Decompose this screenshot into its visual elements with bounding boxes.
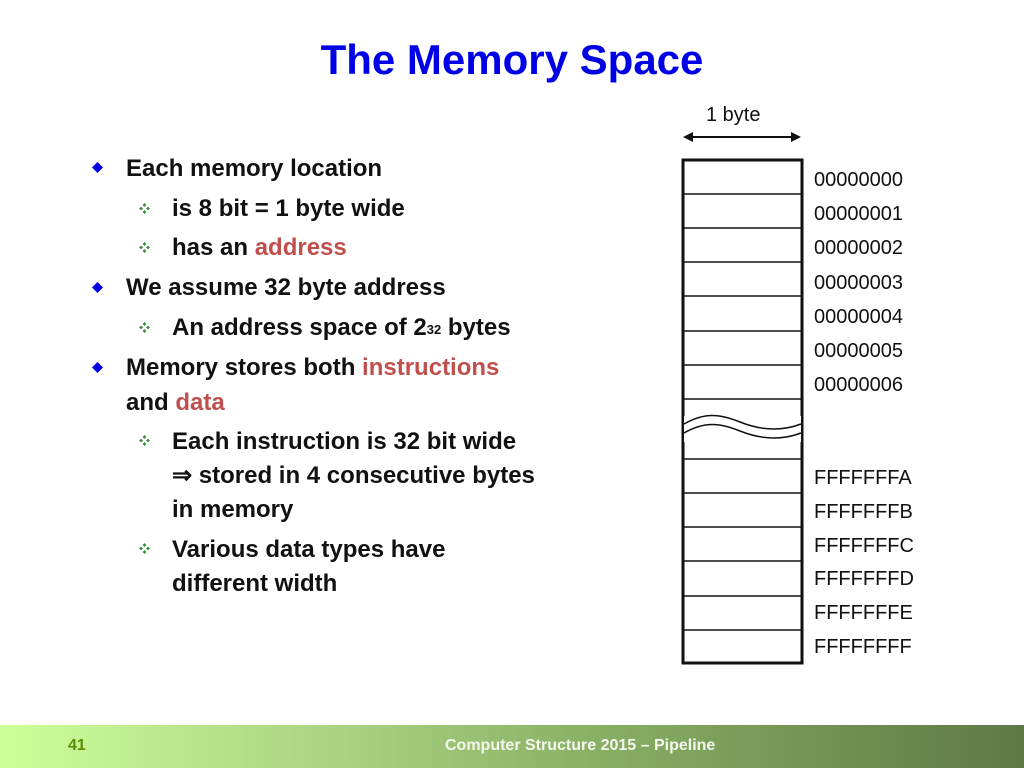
address-label: 00000003 — [814, 271, 903, 294]
page-number: 41 — [68, 737, 86, 754]
address-label: 00000004 — [814, 305, 903, 328]
address-label: 00000000 — [814, 169, 903, 191]
address-label: FFFFFFFF — [814, 636, 912, 658]
address-label: 00000002 — [814, 237, 903, 260]
address-label: FFFFFFFC — [814, 534, 914, 557]
address-label: 00000001 — [814, 203, 903, 226]
address-label: FFFFFFFA — [814, 467, 912, 489]
address-label: 00000005 — [814, 340, 903, 362]
wavy-break-icon — [683, 414, 802, 442]
address-label: FFFFFFFE — [814, 602, 913, 625]
address-label: FFFFFFFD — [814, 568, 914, 591]
address-label: 00000006 — [814, 374, 903, 397]
footer-text: Computer Structure 2015 – Pipeline — [445, 737, 716, 754]
double-arrow-icon — [683, 132, 801, 142]
address-label: FFFFFFFB — [814, 500, 913, 523]
memory-column — [681, 158, 804, 665]
